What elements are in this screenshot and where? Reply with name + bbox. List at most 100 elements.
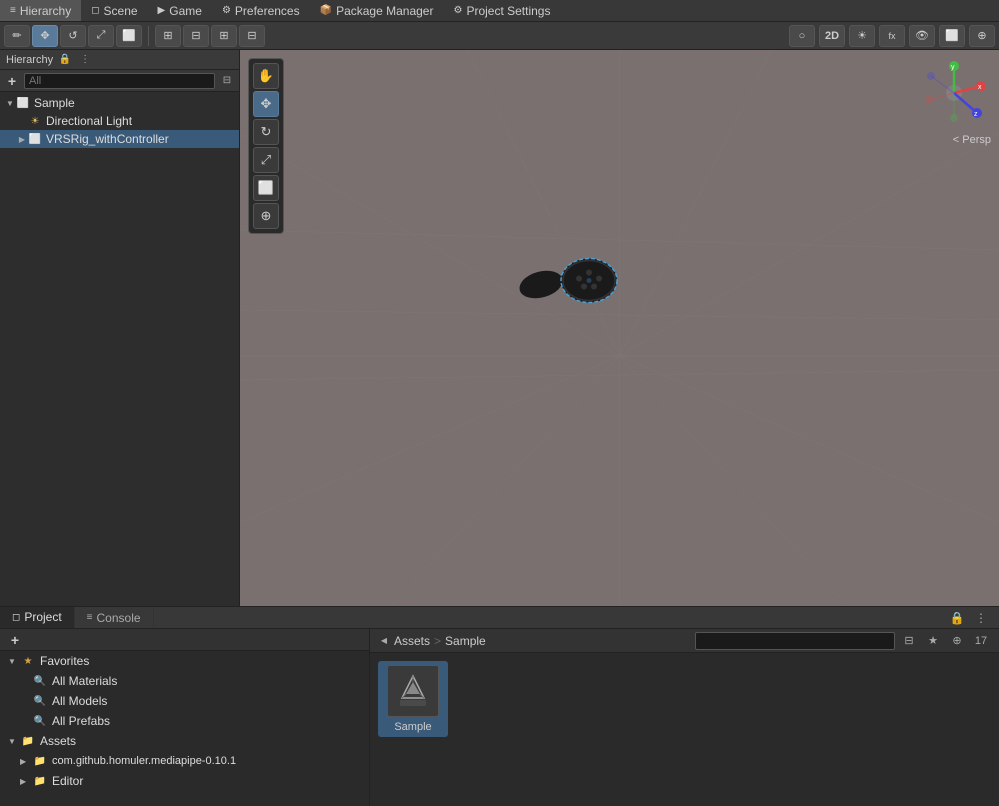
path-sample[interactable]: Sample bbox=[445, 634, 486, 648]
project-add-btn[interactable]: + bbox=[6, 631, 24, 649]
project-tree-editor[interactable]: ▶ 📁 Editor bbox=[0, 771, 369, 791]
hierarchy-search-input[interactable] bbox=[24, 73, 215, 89]
project-tree-all-prefabs[interactable]: 🔍 All Prefabs bbox=[0, 711, 369, 731]
console-tab-label: Console bbox=[97, 611, 141, 625]
console-tab-icon: ≡ bbox=[87, 612, 93, 623]
project-settings-menu-icon: ⚙ bbox=[453, 5, 462, 16]
scene-hand-tool[interactable]: ✋ bbox=[253, 63, 279, 89]
toolbar-grid2-btn[interactable]: ⊟ bbox=[183, 25, 209, 47]
scene-3d-object bbox=[501, 242, 631, 325]
toolbar-eye-btn[interactable]: 👁 bbox=[909, 25, 935, 47]
project-search-input[interactable] bbox=[695, 632, 895, 650]
project-tree-all-materials[interactable]: 🔍 All Materials bbox=[0, 671, 369, 691]
menu-item-project-settings[interactable]: ⚙ Project Settings bbox=[443, 0, 560, 21]
path-assets[interactable]: Assets bbox=[394, 634, 430, 648]
bottom-tab-actions: 🔒 ⋮ bbox=[947, 608, 999, 628]
menu-item-game[interactable]: ▶ Game bbox=[148, 0, 212, 21]
menu-item-package-manager[interactable]: 📦 Package Manager bbox=[310, 0, 444, 21]
bottom-panel: ◻ Project ≡ Console 🔒 ⋮ + ▼ ★ Favorites bbox=[0, 606, 999, 806]
project-filter-btn-1[interactable]: ⊟ bbox=[899, 631, 919, 651]
project-filter-count: 17 bbox=[971, 631, 991, 651]
toolbar-move-btn[interactable]: ✥ bbox=[32, 25, 58, 47]
path-collapse-btn[interactable]: ◀ bbox=[378, 635, 390, 647]
scene-menu-label: Scene bbox=[104, 4, 138, 18]
tab-console[interactable]: ≡ Console bbox=[75, 607, 154, 628]
bottom-content: + ▼ ★ Favorites 🔍 All Materials 🔍 All Mo… bbox=[0, 629, 999, 806]
scene-rect-tool[interactable]: ⬜ bbox=[253, 175, 279, 201]
scene-rotate-tool[interactable]: ↻ bbox=[253, 119, 279, 145]
game-menu-label: Game bbox=[169, 4, 202, 18]
project-tree-all-models[interactable]: 🔍 All Models bbox=[0, 691, 369, 711]
hierarchy-item-vrsrig-label: VRSRig_withController bbox=[46, 132, 169, 146]
toolbar-cube-btn[interactable]: ⬜ bbox=[939, 25, 965, 47]
menu-item-hierarchy[interactable]: ≡ Hierarchy bbox=[0, 0, 81, 21]
toolbar-sphere-btn[interactable]: ○ bbox=[789, 25, 815, 47]
toolbar-ruler-btn[interactable]: ⊟ bbox=[239, 25, 265, 47]
hierarchy-item-sample[interactable]: ▼ ⬜ Sample bbox=[0, 94, 239, 112]
project-sidebar: + ▼ ★ Favorites 🔍 All Materials 🔍 All Mo… bbox=[0, 629, 370, 806]
favorites-label: Favorites bbox=[40, 654, 89, 668]
hierarchy-lock-btn[interactable]: 🔒 bbox=[57, 52, 73, 68]
svg-text:y: y bbox=[951, 64, 955, 71]
scene-view[interactable]: ✋ ✥ ↻ ⤢ ⬜ ⊕ bbox=[240, 50, 999, 606]
toolbar-fx-btn[interactable]: fx bbox=[879, 25, 905, 47]
toolbar-sep-1 bbox=[148, 26, 149, 46]
assets-folder-icon: 📁 bbox=[20, 733, 36, 749]
project-settings-menu-label: Project Settings bbox=[466, 4, 550, 18]
scene-gizmo[interactable]: y x z bbox=[919, 58, 989, 128]
project-tree-toolbar: + bbox=[0, 629, 369, 651]
hierarchy-add-btn[interactable]: + bbox=[4, 73, 20, 89]
scene-move-tool[interactable]: ✥ bbox=[253, 91, 279, 117]
all-prefabs-label: All Prefabs bbox=[52, 714, 110, 728]
hierarchy-item-vrsrig[interactable]: ▶ ⬜ VRSRig_withController bbox=[0, 130, 239, 148]
vr-controller-svg bbox=[501, 242, 631, 322]
favorites-icon: ★ bbox=[20, 653, 36, 669]
package-manager-menu-icon: 📦 bbox=[320, 5, 332, 16]
toolbar-pencil-btn[interactable]: ✏ bbox=[4, 25, 30, 47]
project-main-area: ◀ Assets > Sample ⊟ ★ ⊕ 17 bbox=[370, 629, 999, 806]
toolbar-scale-btn[interactable]: ⤢ bbox=[88, 25, 114, 47]
editor-label: Editor bbox=[52, 774, 83, 788]
toolbar-rotate-btn[interactable]: ↺ bbox=[60, 25, 86, 47]
favorites-expand: ▼ bbox=[8, 657, 20, 666]
assets-label: Assets bbox=[40, 734, 76, 748]
assets-expand: ▼ bbox=[8, 737, 20, 746]
all-models-search-icon: 🔍 bbox=[32, 693, 48, 709]
menu-item-preferences[interactable]: ⚙ Preferences bbox=[212, 0, 310, 21]
hierarchy-panel: Hierarchy 🔒 ⋮ + ⊟ ▼ ⬜ Sample ☀ Direction… bbox=[0, 50, 240, 606]
project-tab-icon: ◻ bbox=[12, 612, 20, 623]
game-menu-icon: ▶ bbox=[158, 5, 166, 16]
sample-expand-arrow: ▼ bbox=[4, 97, 16, 109]
toolbar-snap-btn[interactable]: ⊞ bbox=[211, 25, 237, 47]
menu-item-scene[interactable]: ◻ Scene bbox=[81, 0, 147, 21]
hierarchy-toolbar: + ⊟ bbox=[0, 70, 239, 92]
scene-custom-tool[interactable]: ⊕ bbox=[253, 203, 279, 229]
hierarchy-menu-btn[interactable]: ⋮ bbox=[77, 52, 93, 68]
scene-menu-icon: ◻ bbox=[91, 5, 99, 16]
project-tree-com-github[interactable]: ▶ 📁 com.github.homuler.mediapipe-0.10.1 bbox=[0, 751, 369, 771]
bottom-menu-btn[interactable]: ⋮ bbox=[971, 608, 991, 628]
package-manager-menu-label: Package Manager bbox=[336, 4, 433, 18]
toolbar-light-btn[interactable]: ☀ bbox=[849, 25, 875, 47]
project-filter-btn-3[interactable]: ⊕ bbox=[947, 631, 967, 651]
scene-scale-tool[interactable]: ⤢ bbox=[253, 147, 279, 173]
hierarchy-item-directional-light[interactable]: ☀ Directional Light bbox=[0, 112, 239, 130]
toolbar-globe-btn[interactable]: ⊕ bbox=[969, 25, 995, 47]
directional-light-icon: ☀ bbox=[28, 114, 42, 128]
project-tree-assets[interactable]: ▼ 📁 Assets bbox=[0, 731, 369, 751]
toolbar-rect-btn[interactable]: ⬜ bbox=[116, 25, 142, 47]
hierarchy-tree: ▼ ⬜ Sample ☀ Directional Light ▶ ⬜ VRSRi… bbox=[0, 92, 239, 606]
project-filter-btn-2[interactable]: ★ bbox=[923, 631, 943, 651]
asset-sample[interactable]: Sample bbox=[378, 661, 448, 737]
toolbar-grid-btn[interactable]: ⊞ bbox=[155, 25, 181, 47]
toolbar-2d-btn[interactable]: 2D bbox=[819, 25, 845, 47]
main-layout: Hierarchy 🔒 ⋮ + ⊟ ▼ ⬜ Sample ☀ Direction… bbox=[0, 50, 999, 606]
hierarchy-item-dl-label: Directional Light bbox=[46, 114, 132, 128]
scene-grid bbox=[240, 50, 999, 606]
tab-project[interactable]: ◻ Project bbox=[0, 607, 75, 628]
toolbar-tool-group: ✏ ✥ ↺ ⤢ ⬜ bbox=[4, 25, 142, 47]
project-tree-favorites[interactable]: ▼ ★ Favorites bbox=[0, 651, 369, 671]
sample-asset-icon bbox=[387, 665, 439, 717]
hierarchy-view-btn[interactable]: ⊟ bbox=[219, 73, 235, 89]
bottom-lock-btn[interactable]: 🔒 bbox=[947, 608, 967, 628]
